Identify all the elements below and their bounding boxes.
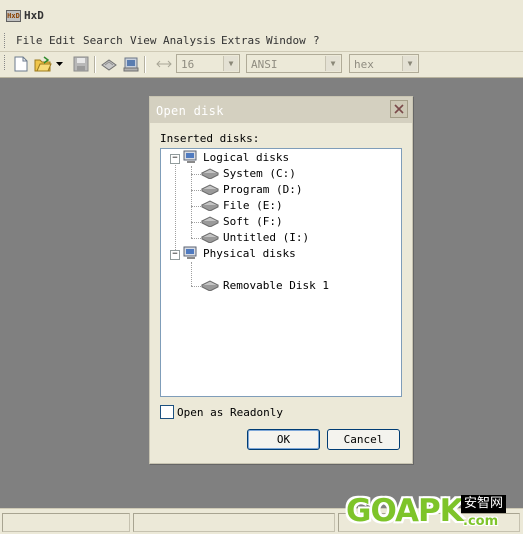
open-file-icon[interactable] — [34, 55, 52, 73]
hard-drive-icon — [201, 280, 219, 291]
disk-tree[interactable]: − Logical disks System (C:) Program (D:)… — [160, 148, 402, 397]
hard-drive-icon — [201, 232, 219, 243]
tree-item-system-c[interactable]: System (C:) — [161, 166, 361, 182]
computer-icon — [183, 246, 197, 259]
save-icon[interactable] — [72, 55, 90, 73]
charset-value: ANSI — [251, 58, 278, 71]
collapse-icon[interactable]: − — [170, 250, 180, 260]
status-segment — [133, 513, 335, 532]
toolbar: 16 ▼ ANSI ▼ hex ▼ — [0, 52, 523, 78]
tree-label: Soft (F:) — [223, 215, 283, 228]
toolbar-separator — [94, 56, 96, 73]
tree-item-soft-f[interactable]: Soft (F:) — [161, 214, 361, 230]
readonly-label: Open as Readonly — [177, 406, 283, 419]
chevron-down-icon[interactable]: ▼ — [223, 56, 238, 71]
tree-group-logical[interactable]: − Logical disks — [161, 150, 361, 166]
chevron-down-icon[interactable]: ▼ — [402, 56, 417, 71]
tree-label: System (C:) — [223, 167, 296, 180]
watermark-domain: .com — [463, 514, 499, 529]
charset-select[interactable]: ANSI ▼ — [246, 54, 342, 73]
tree-label: Removable Disk 1 — [223, 279, 329, 292]
offset-base-select[interactable]: hex ▼ — [349, 54, 419, 73]
tree-label: Logical disks — [203, 151, 290, 164]
menu-analysis[interactable]: Analysis — [163, 34, 216, 47]
tree-label: Program (D:) — [223, 183, 303, 196]
tree-label: Physical disks — [203, 247, 296, 260]
close-button[interactable] — [390, 100, 408, 118]
dropdown-arrow-icon[interactable] — [54, 55, 64, 73]
cancel-button[interactable]: Cancel — [327, 429, 400, 450]
collapse-icon[interactable]: − — [170, 154, 180, 164]
menubar-grip[interactable] — [4, 33, 8, 48]
open-disk-icon[interactable] — [100, 55, 118, 73]
bytes-per-row-select[interactable]: 16 ▼ — [176, 54, 240, 73]
computer-icon — [183, 150, 197, 163]
offset-base-value: hex — [354, 58, 374, 71]
tree-label: Untitled (I:) — [223, 231, 310, 244]
hxd-logo-icon: HxD — [6, 10, 21, 22]
watermark: GOAPK 安智网 .com — [346, 492, 518, 530]
hard-drive-icon — [201, 216, 219, 227]
tree-item-removable-disk-1[interactable]: Removable Disk 1 — [161, 278, 361, 294]
tree-group-physical[interactable]: − Physical disks — [161, 246, 361, 262]
toolbar-separator — [144, 56, 146, 73]
hard-drive-icon — [201, 184, 219, 195]
menu-view[interactable]: View — [130, 34, 157, 47]
open-disk-dialog: Open disk Inserted disks: − Logical disk… — [149, 96, 413, 464]
status-segment — [2, 513, 130, 532]
app-titlebar: HxD HxD — [0, 0, 523, 31]
close-icon — [394, 104, 404, 114]
tree-item-program-d[interactable]: Program (D:) — [161, 182, 361, 198]
menu-extras[interactable]: Extras — [221, 34, 261, 47]
menu-window[interactable]: Window — [266, 34, 306, 47]
new-file-icon[interactable] — [12, 55, 30, 73]
hard-drive-icon — [201, 168, 219, 179]
app-title: HxD — [24, 9, 44, 22]
ok-button[interactable]: OK — [247, 429, 320, 450]
menu-edit[interactable]: Edit — [49, 34, 76, 47]
dialog-title: Open disk — [156, 104, 224, 118]
menu-file[interactable]: File — [16, 34, 43, 47]
readonly-checkbox[interactable] — [160, 405, 174, 419]
columns-icon — [155, 55, 173, 73]
open-ram-icon[interactable] — [122, 55, 140, 73]
bytes-per-row-value: 16 — [181, 58, 195, 71]
menubar: File Edit Search View Analysis Extras Wi… — [0, 30, 523, 52]
inserted-disks-label: Inserted disks: — [160, 132, 260, 145]
tree-label: File (E:) — [223, 199, 283, 212]
watermark-brand: GOAPK — [346, 493, 464, 529]
menu-help[interactable]: ? — [313, 34, 320, 47]
watermark-cn: 安智网 — [461, 495, 507, 513]
tree-item-file-e[interactable]: File (E:) — [161, 198, 361, 214]
toolbar-grip[interactable] — [4, 55, 8, 70]
dialog-titlebar[interactable]: Open disk — [150, 97, 412, 123]
menu-search[interactable]: Search — [83, 34, 123, 47]
hard-drive-icon — [201, 200, 219, 211]
chevron-down-icon[interactable]: ▼ — [325, 56, 340, 71]
tree-item-untitled-i[interactable]: Untitled (I:) — [161, 230, 361, 246]
